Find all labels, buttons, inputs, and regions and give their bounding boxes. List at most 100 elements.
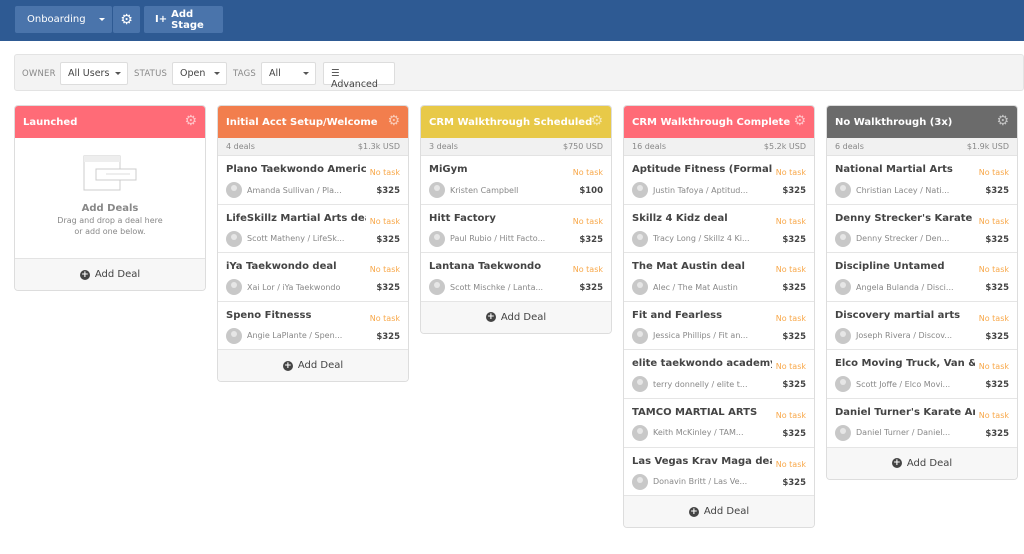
avatar [835,182,851,198]
deal-amount: $325 [376,234,400,245]
gear-icon[interactable]: ⚙ [184,114,197,128]
add-stage-button[interactable]: I+ Add Stage [144,6,223,33]
deal-card[interactable]: iYa Taekwondo deal No task Xai Lor / iYa T… [218,253,408,302]
stage-column: CRM Walkthrough Complete ⚙ 16 deals $5.2k U… [623,105,815,529]
add-deal-button[interactable]: + Add Deal [827,447,1017,479]
deal-card[interactable]: TAMCO MARTIAL ARTS No task Keith McKinley … [624,399,814,448]
pipeline-settings-button[interactable]: ⚙ [113,6,140,33]
task-status[interactable]: No task [367,265,400,275]
plus-circle-icon: + [282,360,293,371]
stage-title: CRM Walkthrough Scheduled [429,117,593,128]
stage-header: No Walkthrough (3x) ⚙ [827,106,1017,138]
deal-amount: $325 [985,428,1009,439]
avatar [226,279,242,296]
add-deal-label: Add Deal [703,506,750,518]
task-status[interactable]: No task [976,216,1009,226]
task-status[interactable]: No task [976,313,1009,323]
deal-card[interactable]: Discipline Untamed No task Angela Bulanda … [827,253,1017,302]
task-status[interactable]: No task [773,362,806,372]
deal-card[interactable]: Aptitude Fitness (Formally Fit...No task… [624,156,814,205]
deal-contact: Justin Tafoya / Aptitud... [653,185,748,195]
deal-name: MiGym [429,164,468,175]
deal-card[interactable]: Lantana Taekwondo No task Scott Mischke / … [421,253,611,302]
task-status[interactable]: No task [570,265,603,275]
deal-card[interactable]: LifeSkillz Martial Arts deal No task Scott… [218,205,408,254]
avatar [429,279,445,296]
deal-card[interactable]: Hitt Factory No task Paul Rubio / Hitt Fac… [421,205,611,254]
avatar [632,327,648,344]
deal-name: Denny Strecker's Karate [835,212,973,224]
deal-card[interactable]: The Mat Austin deal No task Alec / The Mat… [624,253,814,302]
deal-contact: Amanda Sullivan / Pla... [247,185,342,195]
add-deal-label: Add Deal [94,269,141,280]
deal-card[interactable]: Elco Moving Truck, Van & Car ...No task S… [827,350,1017,399]
deal-card[interactable]: Fit and Fearless No task Jessica Phillips … [624,302,814,351]
avatar [226,230,242,247]
task-status[interactable]: No task [773,459,806,469]
deal-card[interactable]: elite taekwondo academy No task terry donn… [624,350,814,399]
task-status[interactable]: No task [773,216,806,226]
gear-icon[interactable]: ⚙ [387,114,400,128]
add-deal-button[interactable]: + Add Deal [421,301,611,333]
deal-card[interactable]: MiGym No task Kristen Campbell $100 [421,156,611,205]
deal-name: National Martial Arts [835,164,953,175]
add-deal-button[interactable]: + Add Deal [624,496,814,528]
deal-contact: Tracy Long / Skillz 4 Ki... [653,234,750,244]
advanced-button[interactable]: ☰ Advanced [323,62,395,90]
avatar [429,230,445,247]
add-deal-button[interactable]: + Add Deal [218,350,408,382]
task-status[interactable]: No task [773,410,806,420]
task-status[interactable]: No task [976,410,1009,420]
deal-contact: Paul Rubio / Hitt Facto... [450,234,546,244]
deal-card[interactable]: Denny Strecker's Karate No task Denny Stre… [827,205,1017,254]
deal-card[interactable]: Daniel Turner's Karate Ameri...No task Da… [827,399,1017,448]
deal-card[interactable]: Skillz 4 Kidz deal No task Tracy Long / Sk… [624,205,814,254]
task-status[interactable]: No task [773,265,806,275]
owner-label: OWNER [22,69,56,79]
task-status[interactable]: No task [976,265,1009,275]
gear-icon[interactable]: ⚙ [793,114,806,128]
task-status[interactable]: No task [570,168,603,177]
tags-select[interactable]: All [261,62,316,85]
task-status[interactable]: No task [570,216,603,226]
avatar [835,376,851,393]
chevron-down-icon [214,72,220,75]
stage-header: CRM Walkthrough Scheduled ⚙ [421,106,611,138]
avatar [835,424,851,441]
add-deal-button[interactable]: + Add Deal [15,259,205,290]
avatar [632,182,648,198]
gear-icon[interactable]: ⚙ [590,114,603,128]
task-status[interactable]: No task [367,313,400,323]
task-status[interactable]: No task [773,313,806,323]
deal-contact: Keith McKinley / TAM... [653,428,744,438]
stage-title: Initial Acct Setup/Welcome [226,117,378,128]
deal-contact: Scott Mischke / Lanta... [450,282,544,292]
empty-title: Add Deals [81,203,139,214]
task-status[interactable]: No task [773,168,806,177]
deal-name: iYa Taekwondo deal [226,261,337,273]
add-stage-icon: I+ [155,14,168,25]
stage-total: $1.3k USD [357,142,400,151]
deal-name: Discipline Untamed [835,261,945,273]
deal-amount: $325 [985,380,1009,391]
task-status[interactable]: No task [367,216,400,226]
deal-name: elite taekwondo academy [632,358,772,370]
avatar [226,327,242,344]
deal-name: Lantana Taekwondo [429,261,542,273]
gear-icon[interactable]: ⚙ [996,114,1009,128]
deal-card[interactable]: Discovery martial arts No task Joseph Rive… [827,302,1017,351]
stage-summary: 6 deals $1.9k USD [827,138,1017,156]
task-status[interactable]: No task [367,168,400,177]
avatar [429,182,445,198]
deal-card[interactable]: National Martial Arts No task Christian La… [827,156,1017,205]
sliders-icon: ☰ [331,68,340,79]
task-status[interactable]: No task [976,168,1009,177]
owner-select[interactable]: All Users [60,62,128,85]
deal-card[interactable]: Las Vegas Krav Maga deal No task Donavin B… [624,448,814,497]
deal-card[interactable]: Speno Fitnesss No task Angie LaPlante / Sp… [218,302,408,351]
status-value: Open [180,68,206,79]
deal-card[interactable]: Plano Taekwondo America No task Amanda Sul… [218,156,408,205]
pipeline-select[interactable]: Onboarding [15,6,112,33]
task-status[interactable]: No task [976,362,1009,372]
status-select[interactable]: Open [172,62,227,85]
